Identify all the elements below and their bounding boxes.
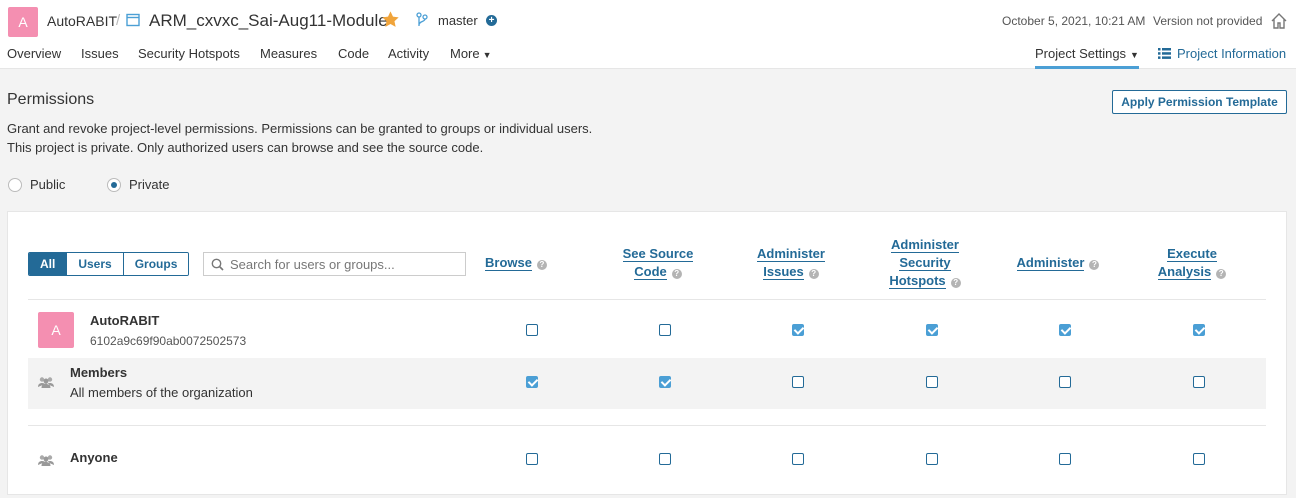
- checkbox-see-source-code[interactable]: [659, 376, 671, 388]
- column-administer-security-hotspots-label-3: Hotspots: [889, 273, 946, 289]
- help-icon[interactable]: ?: [950, 278, 961, 288]
- permissions-card: All Users Groups Browse? See Source Code…: [7, 211, 1287, 495]
- group-description: All members of the organization: [70, 385, 253, 400]
- branch-name[interactable]: master: [438, 13, 478, 28]
- checkbox-administer-issues[interactable]: [792, 453, 804, 465]
- nav-security-hotspots[interactable]: Security Hotspots: [138, 46, 240, 61]
- checkbox-execute-analysis[interactable]: [1193, 453, 1205, 465]
- checkbox-administer-issues[interactable]: [792, 324, 804, 336]
- column-administer-security-hotspots-label-2: Security: [899, 255, 951, 271]
- user-name: AutoRABIT: [90, 313, 160, 328]
- group-icon: [38, 455, 54, 466]
- checkbox-administer[interactable]: [1059, 324, 1071, 336]
- search-box: [203, 252, 466, 276]
- checkbox-browse[interactable]: [526, 324, 538, 336]
- page-title: Permissions: [7, 91, 95, 108]
- radio-circle-selected[interactable]: [107, 177, 121, 192]
- checkbox-see-source-code[interactable]: [659, 324, 671, 336]
- search-icon: [211, 258, 224, 271]
- nav-measures[interactable]: Measures: [260, 46, 317, 61]
- column-see-source-code-label-1: See Source: [622, 246, 694, 262]
- checkbox-administer[interactable]: [1059, 376, 1071, 388]
- column-administer[interactable]: Administer?: [1000, 254, 1116, 272]
- column-see-source-code-label-2: Code: [634, 264, 667, 280]
- caret-down-icon: ▼: [482, 50, 492, 60]
- checkbox-administer-security-hotspots[interactable]: [926, 453, 938, 465]
- column-administer-security-hotspots[interactable]: Administer Security Hotspots?: [867, 236, 983, 290]
- nav-code[interactable]: Code: [338, 46, 369, 61]
- help-icon[interactable]: ?: [808, 269, 819, 279]
- project-settings-menu[interactable]: Project Settings ▼: [1035, 46, 1139, 69]
- row-divider: [28, 425, 1266, 426]
- visibility-public-label: Public: [30, 177, 66, 192]
- list-icon: [1158, 48, 1171, 59]
- page-description: Grant and revoke project-level permissio…: [7, 121, 593, 136]
- top-bar: A AutoRABIT / ARM_cxvxc_Sai-Aug11-Module…: [0, 0, 1296, 69]
- checkbox-see-source-code[interactable]: [659, 453, 671, 465]
- checkbox-administer-security-hotspots[interactable]: [926, 376, 938, 388]
- filter-toggle: All Users Groups: [28, 252, 190, 276]
- group-name: Members: [70, 365, 128, 380]
- nav-issues[interactable]: Issues: [81, 46, 119, 61]
- column-browse-label: Browse: [485, 255, 532, 271]
- radio-circle[interactable]: [8, 177, 22, 192]
- project-version: Version not provided: [1153, 14, 1263, 28]
- column-administer-label: Administer: [1016, 255, 1085, 271]
- checkbox-administer-issues[interactable]: [792, 376, 804, 388]
- org-name-link[interactable]: AutoRABIT: [47, 13, 117, 29]
- column-administer-issues-label-2: Issues: [763, 264, 804, 280]
- org-avatar[interactable]: A: [8, 7, 38, 37]
- branch-add-icon[interactable]: +: [486, 15, 497, 26]
- header-divider: [28, 299, 1266, 300]
- column-execute-analysis-label-2: Analysis: [1157, 264, 1212, 280]
- column-administer-security-hotspots-label-1: Administer: [891, 237, 959, 253]
- filter-groups-button[interactable]: Groups: [122, 253, 189, 275]
- project-icon: [126, 13, 140, 27]
- home-icon[interactable]: [1270, 12, 1288, 29]
- user-login: 6102a9c69f90ab0072502573: [90, 334, 247, 348]
- nav-activity[interactable]: Activity: [388, 46, 429, 61]
- nav-overview[interactable]: Overview: [7, 46, 61, 61]
- search-input[interactable]: [230, 256, 450, 272]
- project-information-link[interactable]: Project Information: [1158, 46, 1286, 61]
- table-row-highlight: [28, 358, 1266, 409]
- help-icon[interactable]: ?: [1216, 269, 1227, 279]
- checkbox-execute-analysis[interactable]: [1193, 376, 1205, 388]
- private-notice: This project is private. Only authorized…: [7, 140, 484, 155]
- column-execute-analysis-label-1: Execute: [1167, 246, 1217, 262]
- column-administer-issues-label-1: Administer: [757, 246, 825, 262]
- help-icon[interactable]: ?: [671, 269, 682, 279]
- project-name[interactable]: ARM_cxvxc_Sai-Aug11-Module: [149, 11, 388, 31]
- checkbox-administer[interactable]: [1059, 453, 1071, 465]
- analysis-date: October 5, 2021, 10:21 AM: [1002, 14, 1146, 28]
- filter-users-button[interactable]: Users: [66, 253, 123, 275]
- branch-icon: [416, 12, 428, 26]
- group-icon: [38, 377, 54, 388]
- apply-permission-template-button[interactable]: Apply Permission Template: [1112, 90, 1287, 114]
- column-execute-analysis[interactable]: Execute Analysis?: [1134, 245, 1250, 281]
- visibility-private-label: Private: [129, 177, 170, 192]
- caret-down-icon: ▼: [1130, 50, 1139, 60]
- help-icon[interactable]: ?: [536, 260, 547, 270]
- visibility-private-radio[interactable]: Private: [107, 177, 169, 192]
- checkbox-browse[interactable]: [526, 376, 538, 388]
- project-information-label: Project Information: [1177, 46, 1287, 61]
- group-name: Anyone: [70, 450, 118, 465]
- project-settings-label: Project Settings: [1035, 46, 1127, 61]
- avatar: A: [38, 312, 74, 348]
- visibility-public-radio[interactable]: Public: [8, 177, 65, 192]
- checkbox-administer-security-hotspots[interactable]: [926, 324, 938, 336]
- nav-more[interactable]: More ▼: [450, 46, 492, 61]
- breadcrumb-separator: /: [116, 12, 121, 29]
- filter-all-button[interactable]: All: [29, 253, 67, 275]
- help-icon[interactable]: ?: [1089, 260, 1100, 270]
- column-see-source-code[interactable]: See Source Code?: [600, 245, 716, 281]
- checkbox-browse[interactable]: [526, 453, 538, 465]
- checkbox-execute-analysis[interactable]: [1193, 324, 1205, 336]
- nav-more-label: More: [450, 46, 480, 61]
- column-browse[interactable]: Browse?: [468, 254, 564, 272]
- favorite-star-icon[interactable]: [381, 10, 400, 29]
- column-administer-issues[interactable]: Administer Issues?: [733, 245, 849, 281]
